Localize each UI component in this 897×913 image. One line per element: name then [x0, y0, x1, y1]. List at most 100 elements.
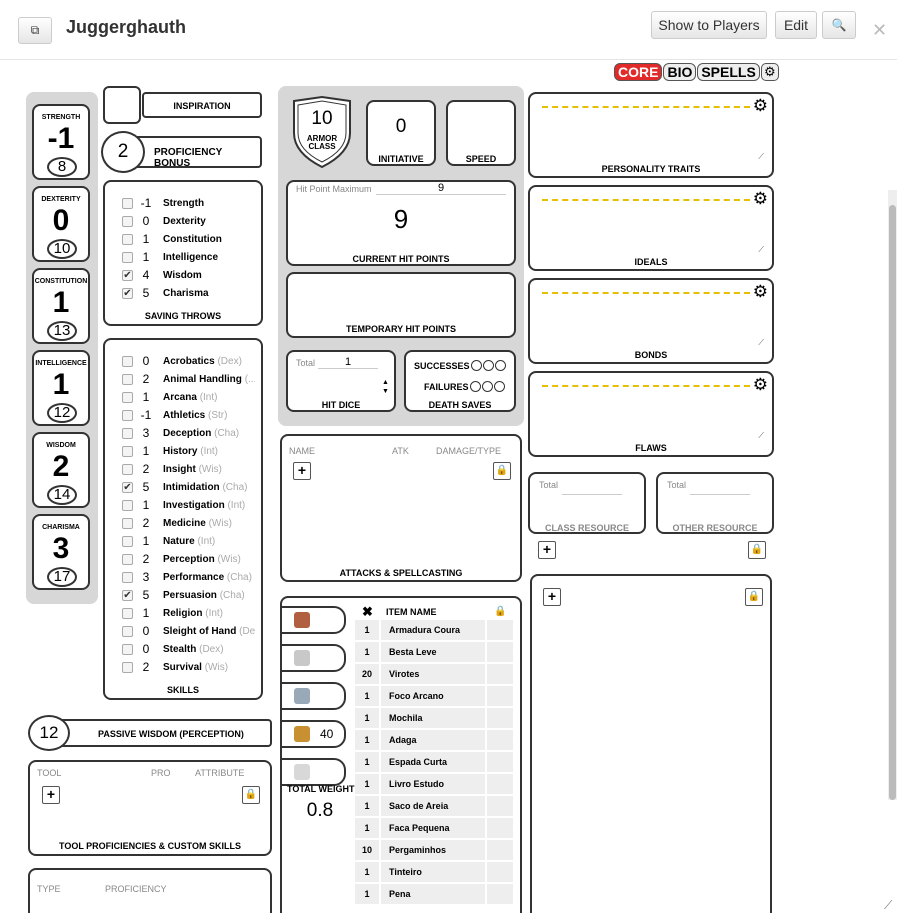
failure-circle[interactable] [481, 381, 493, 392]
attribute-score[interactable]: 14 [47, 485, 77, 505]
proficiency-checkbox[interactable] [122, 607, 133, 619]
item-quantity[interactable]: 1 [355, 620, 379, 640]
skill-name[interactable]: Investigation (Int) [163, 500, 245, 511]
scrollbar-thumb[interactable] [889, 205, 896, 800]
other-resource-input[interactable] [690, 494, 750, 495]
item-name[interactable]: Saco de Areia [381, 796, 485, 816]
failure-circle[interactable] [493, 381, 505, 392]
add-resource-button[interactable]: + [538, 541, 556, 559]
item-weight[interactable] [487, 818, 513, 838]
item-name[interactable]: Mochila [381, 708, 485, 728]
tab-spells[interactable]: SPELLS [697, 63, 760, 81]
proficiency-checkbox[interactable] [122, 373, 133, 385]
skill-name[interactable]: Survival (Wis) [163, 662, 228, 673]
gear-icon[interactable]: ⚙ [753, 189, 768, 209]
skill-name[interactable]: Animal Handling (... [163, 374, 255, 385]
item-weight[interactable] [487, 620, 513, 640]
add-attack-button[interactable]: + [293, 462, 311, 480]
skill-name[interactable]: Medicine (Wis) [163, 518, 232, 529]
proficiency-checkbox[interactable] [122, 355, 133, 367]
skill-name[interactable]: Stealth (Dex) [163, 644, 224, 655]
item-quantity[interactable]: 1 [355, 774, 379, 794]
item-weight[interactable] [487, 664, 513, 684]
saving-throw-name[interactable]: Strength [163, 198, 204, 209]
skill-name[interactable]: Arcana (Int) [163, 392, 217, 403]
gear-icon[interactable]: ⚙ [753, 375, 768, 395]
item-name[interactable]: Armadura Coura [381, 620, 485, 640]
currency-slot[interactable] [280, 606, 346, 634]
currency-slot[interactable] [280, 644, 346, 672]
proficiency-checkbox[interactable] [122, 251, 133, 263]
saving-throw-name[interactable]: Intelligence [163, 252, 218, 263]
item-weight[interactable] [487, 752, 513, 772]
item-quantity[interactable]: 1 [355, 642, 379, 662]
saving-throw-name[interactable]: Wisdom [163, 270, 202, 281]
item-quantity[interactable]: 1 [355, 708, 379, 728]
saving-throw-name[interactable]: Dexterity [163, 216, 206, 227]
settings-gear-icon[interactable]: ⚙ [760, 63, 779, 81]
proficiency-checkbox[interactable] [122, 517, 133, 529]
class-resource-input[interactable] [562, 494, 622, 495]
item-weight[interactable] [487, 840, 513, 860]
currency-slot[interactable] [280, 758, 346, 786]
item-quantity[interactable]: 10 [355, 840, 379, 860]
proficiency-checkbox[interactable]: ✔ [122, 287, 133, 299]
proficiency-checkbox[interactable]: ✔ [122, 589, 133, 601]
skill-name[interactable]: Religion (Int) [163, 608, 223, 619]
tab-bio[interactable]: BIO [663, 63, 697, 81]
attribute-score[interactable]: 10 [47, 239, 77, 259]
item-name[interactable]: Adaga [381, 730, 485, 750]
proficiency-checkbox[interactable] [122, 409, 133, 421]
proficiency-checkbox[interactable] [122, 625, 133, 637]
item-name[interactable]: Pergaminhos [381, 840, 485, 860]
popout-button[interactable]: ⧉ [18, 17, 52, 44]
resize-icon[interactable]: ⟋ [758, 338, 764, 348]
search-button[interactable]: 🔍 [822, 11, 856, 39]
hit-dice-stepper[interactable]: ▲ ▼ [382, 378, 389, 396]
proficiency-checkbox[interactable] [122, 553, 133, 565]
gear-icon[interactable]: ⚙ [753, 282, 768, 302]
item-name[interactable]: Besta Leve [381, 642, 485, 662]
item-quantity[interactable]: 20 [355, 664, 379, 684]
saving-throw-name[interactable]: Constitution [163, 234, 222, 245]
item-weight[interactable] [487, 642, 513, 662]
item-weight[interactable] [487, 708, 513, 728]
current-hp-value[interactable]: 9 [288, 204, 514, 235]
skill-name[interactable]: Athletics (Str) [163, 410, 227, 421]
skill-name[interactable]: Persuasion (Cha) [163, 590, 245, 601]
attribute-score[interactable]: 8 [47, 157, 77, 177]
item-weight[interactable] [487, 730, 513, 750]
resize-handle-icon[interactable]: ⟋ [884, 898, 892, 913]
resize-icon[interactable]: ⟋ [758, 431, 764, 441]
tab-core[interactable]: CORE [614, 63, 663, 81]
proficiency-checkbox[interactable]: ✔ [122, 481, 133, 493]
item-weight[interactable] [487, 774, 513, 794]
proficiency-checkbox[interactable] [122, 463, 133, 475]
proficiency-checkbox[interactable] [122, 391, 133, 403]
lock-icon[interactable]: 🔒 [748, 541, 766, 559]
skill-name[interactable]: Acrobatics (Dex) [163, 356, 242, 367]
skill-name[interactable]: Performance (Cha) [163, 572, 252, 583]
temp-hp-box[interactable]: TEMPORARY HIT POINTS [286, 272, 516, 338]
show-to-players-button[interactable]: Show to Players [651, 11, 767, 39]
attribute-score[interactable]: 13 [47, 321, 77, 341]
lock-icon[interactable]: 🔒 [745, 588, 763, 606]
proficiency-checkbox[interactable] [122, 535, 133, 547]
add-feature-button[interactable]: + [543, 588, 561, 606]
item-quantity[interactable]: 1 [355, 862, 379, 882]
item-quantity[interactable]: 1 [355, 752, 379, 772]
item-name[interactable]: Livro Estudo [381, 774, 485, 794]
item-quantity[interactable]: 1 [355, 730, 379, 750]
resize-icon[interactable]: ⟋ [758, 245, 764, 255]
item-weight[interactable] [487, 796, 513, 816]
item-quantity[interactable]: 1 [355, 796, 379, 816]
close-icon[interactable]: ✕ [872, 20, 887, 41]
armor-class-value[interactable]: 10 [288, 108, 356, 130]
proficiency-checkbox[interactable] [122, 499, 133, 511]
proficiency-checkbox[interactable] [122, 427, 133, 439]
hit-dice-total[interactable]: 1 [318, 356, 378, 369]
proficiency-checkbox[interactable] [122, 215, 133, 227]
item-weight[interactable] [487, 686, 513, 706]
proficiency-checkbox[interactable] [122, 643, 133, 655]
currency-slot[interactable] [280, 682, 346, 710]
